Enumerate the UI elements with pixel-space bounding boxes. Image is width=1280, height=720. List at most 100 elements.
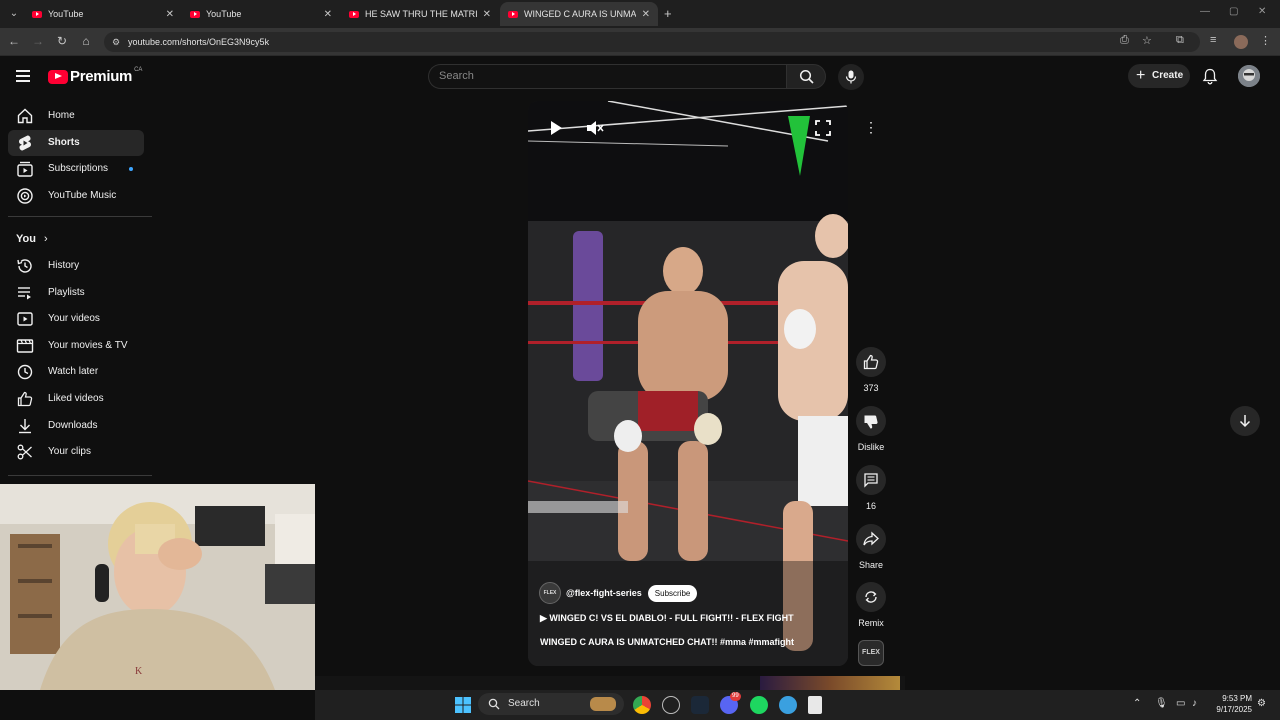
channel-name-link[interactable]: @flex-fight-series xyxy=(566,588,642,598)
calculator-icon[interactable] xyxy=(808,696,822,714)
like-button[interactable]: 373 xyxy=(855,347,887,393)
sidebar-item-home[interactable]: Home xyxy=(8,103,144,129)
mute-icon[interactable] xyxy=(586,120,604,136)
watch-later-icon xyxy=(17,364,33,380)
taskbar-search[interactable]: Search xyxy=(478,693,624,715)
remix-label: Remix xyxy=(858,618,884,628)
discord-icon[interactable]: 99 xyxy=(720,692,741,714)
sidebar-label: Watch later xyxy=(48,366,99,377)
sidebar-label: Playlists xyxy=(48,287,85,298)
sidebar-item-history[interactable]: History xyxy=(8,253,144,279)
back-icon[interactable]: ← xyxy=(6,34,22,48)
spotify-icon[interactable] xyxy=(750,696,768,714)
movies-tv-icon xyxy=(16,339,34,353)
sidebar-item-shorts[interactable]: Shorts xyxy=(8,130,144,156)
address-bar[interactable]: ⚙ youtube.com/shorts/OnEG3N9cy5k xyxy=(104,32,1200,52)
chrome-icon[interactable] xyxy=(633,696,651,714)
browser-app-icon[interactable] xyxy=(779,696,797,714)
comments-button[interactable]: 16 xyxy=(855,465,887,511)
maximize-icon[interactable]: ▢ xyxy=(1229,6,1238,17)
more-options-icon[interactable]: ⋮ xyxy=(860,116,882,138)
remix-button[interactable]: Remix xyxy=(855,582,887,628)
dislike-button[interactable]: Dislike xyxy=(855,406,887,452)
home-button-icon[interactable]: ⌂ xyxy=(78,34,94,48)
microphone-icon xyxy=(845,70,857,84)
subscribe-button[interactable]: Subscribe xyxy=(647,584,698,602)
you-label: You xyxy=(16,233,36,245)
bookmark-star-icon[interactable]: ☆ xyxy=(1142,34,1152,47)
close-window-icon[interactable]: ✕ xyxy=(1258,6,1266,17)
sidebar-label: History xyxy=(48,260,80,271)
new-tab-icon[interactable]: + xyxy=(664,6,672,21)
thumbs-down-icon xyxy=(864,415,878,429)
plus-icon: + xyxy=(1136,67,1146,84)
search-input[interactable]: Search xyxy=(428,64,786,89)
steam-icon[interactable] xyxy=(691,696,709,714)
youtube-favicon-icon xyxy=(32,10,42,18)
next-short-button[interactable] xyxy=(1230,406,1260,436)
sidebar-item-playlists[interactable]: Playlists xyxy=(8,280,144,306)
tray-microphone-icon[interactable]: 🎙 xyxy=(1155,698,1168,709)
playlists-icon xyxy=(18,287,31,300)
sidebar-item-movies-tv[interactable]: Your movies & TV xyxy=(8,333,144,359)
browser-tab-bar: ⌄ YouTube ✕ YouTube ✕ HE SAW THRU THE MA… xyxy=(0,0,1280,28)
chevron-right-icon: › xyxy=(43,233,48,245)
browser-tab[interactable]: HE SAW THRU THE MATRIX?? - ✕ xyxy=(341,2,499,26)
browser-tab[interactable]: YouTube ✕ xyxy=(24,2,182,26)
clock-date: 9/17/2025 xyxy=(1216,705,1252,714)
sidebar-item-your-videos[interactable]: Your videos xyxy=(8,306,144,332)
volume-icon[interactable]: ♪ xyxy=(1192,698,1197,709)
tray-overflow-icon[interactable]: ⌃ xyxy=(1133,698,1141,709)
browser-menu-icon[interactable]: ⋮ xyxy=(1260,34,1271,47)
sidebar-item-subscriptions[interactable]: Subscriptions xyxy=(8,156,144,182)
avatar-icon xyxy=(1238,65,1260,87)
fullscreen-icon[interactable] xyxy=(815,120,831,136)
channel-thumbnail[interactable]: FLEX xyxy=(858,640,884,666)
close-tab-icon[interactable]: ✕ xyxy=(483,9,491,20)
clock-app-icon[interactable] xyxy=(662,696,680,714)
notifications-button[interactable] xyxy=(1202,68,1218,90)
guide-menu-icon[interactable] xyxy=(16,70,30,82)
sidebar-label: YouTube Music xyxy=(48,190,117,201)
channel-row: FLEX @flex-fight-series Subscribe xyxy=(539,582,698,604)
account-avatar[interactable] xyxy=(1238,65,1260,87)
sidebar-item-your-clips[interactable]: Your clips xyxy=(8,439,144,465)
sidebar-item-youtube-music[interactable]: YouTube Music xyxy=(8,183,144,209)
url-text: youtube.com/shorts/OnEG3N9cy5k xyxy=(128,37,270,47)
sidebar-label: Your movies & TV xyxy=(48,340,128,351)
profile-avatar[interactable] xyxy=(1234,35,1248,49)
search-button[interactable] xyxy=(786,64,826,89)
sidebar-you-header[interactable]: You › xyxy=(16,233,48,245)
close-tab-icon[interactable]: ✕ xyxy=(642,9,650,20)
channel-avatar[interactable]: FLEX xyxy=(539,582,561,604)
browser-tab-active[interactable]: WINGED C AURA IS UNMATCH ✕ xyxy=(500,2,658,26)
windows-start-icon[interactable] xyxy=(454,696,472,714)
create-button[interactable]: + Create xyxy=(1128,64,1190,88)
sidebar-item-watch-later[interactable]: Watch later xyxy=(8,359,144,385)
close-tab-icon[interactable]: ✕ xyxy=(166,9,174,20)
browser-tab[interactable]: YouTube ✕ xyxy=(182,2,340,26)
linked-video-link[interactable]: ▶ WINGED C! VS EL DIABLO! - FULL FIGHT!!… xyxy=(540,613,794,624)
reload-icon[interactable]: ↻ xyxy=(54,34,70,48)
youtube-premium-logo[interactable]: Premium CA xyxy=(48,67,142,85)
share-icon xyxy=(863,531,879,546)
notification-center-icon[interactable]: ⚙ xyxy=(1257,698,1266,709)
play-icon[interactable] xyxy=(549,120,563,136)
sidebar-item-downloads[interactable]: Downloads xyxy=(8,413,144,439)
close-tab-icon[interactable]: ✕ xyxy=(324,9,332,20)
forward-icon[interactable]: → xyxy=(30,34,46,48)
tab-title: WINGED C AURA IS UNMATCH xyxy=(524,9,636,19)
voice-search-button[interactable] xyxy=(838,64,864,90)
network-icon[interactable]: ▭ xyxy=(1176,698,1185,709)
next-short-thumbnail xyxy=(760,676,900,690)
sidebar-item-liked-videos[interactable]: Liked videos xyxy=(8,386,144,412)
media-controls-icon[interactable]: ≡ xyxy=(1210,34,1216,46)
new-content-dot xyxy=(129,167,133,171)
taskbar-clock[interactable]: 9:53 PM 9/17/2025 xyxy=(1206,693,1252,715)
tab-search-chevron-icon[interactable]: ⌄ xyxy=(6,6,22,22)
install-app-icon[interactable]: ⎙ xyxy=(1120,34,1129,47)
share-button[interactable]: Share xyxy=(855,524,887,570)
extensions-icon[interactable]: ⧉ xyxy=(1176,34,1184,47)
minimize-icon[interactable]: — xyxy=(1200,6,1210,17)
site-info-icon[interactable]: ⚙ xyxy=(112,32,120,52)
